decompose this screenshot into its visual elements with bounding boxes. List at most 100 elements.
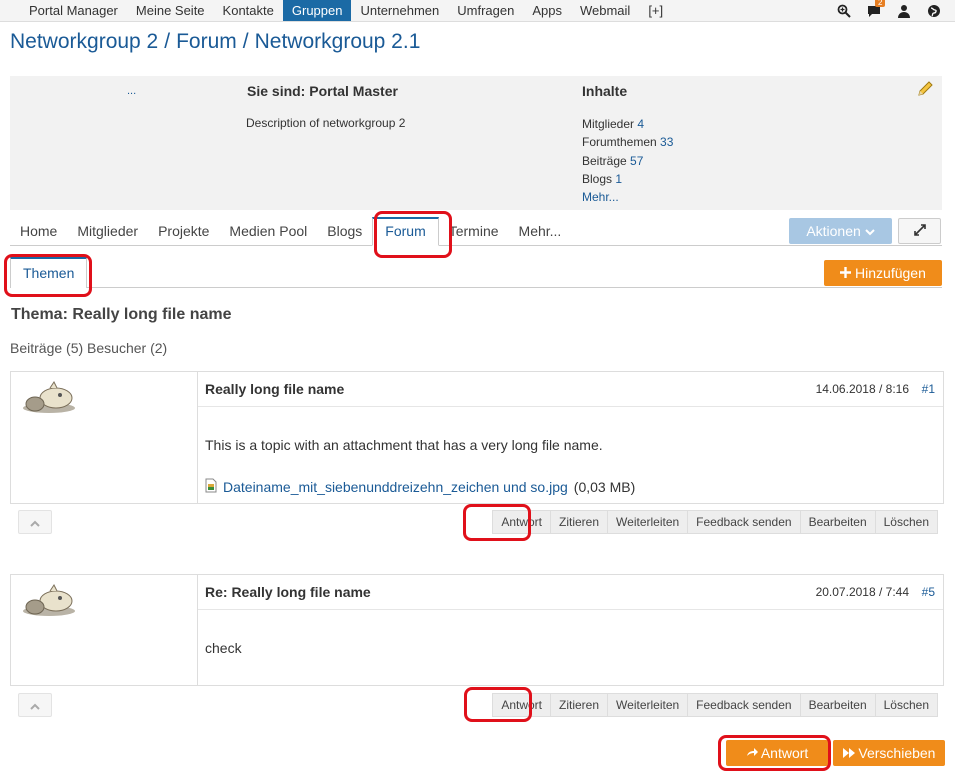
post-number[interactable]: #1 (922, 382, 935, 396)
post-author-column (11, 372, 198, 503)
pencil-icon[interactable] (916, 80, 934, 101)
top-nav-items: Portal Manager Meine Seite Kontakte Grup… (20, 0, 672, 21)
stat-forum-topics: Forumthemen 33 (582, 135, 674, 150)
fast-forward-icon (842, 745, 859, 761)
stat-blogs-value[interactable]: 1 (615, 172, 622, 186)
reply-button[interactable]: Antwort (492, 510, 552, 534)
nav-kontakte[interactable]: Kontakte (214, 0, 283, 21)
messages-badge: 2 (875, 0, 886, 7)
reply-topic-label: Antwort (760, 745, 809, 761)
forum-subtabs: Themen (10, 255, 942, 288)
post-date: 14.06.2018 / 8:16 (815, 382, 909, 396)
post-header: Re: Really long file name 20.07.2018 / 7… (198, 575, 943, 610)
contents-stats: Mitglieder 4 Forumthemen 33 Beiträge 57 … (582, 115, 673, 206)
nav-unternehmen[interactable]: Unternehmen (351, 0, 448, 21)
post-title: Really long file name (205, 381, 345, 397)
tab-medien-pool[interactable]: Medien Pool (219, 223, 317, 245)
quote-button[interactable]: Zitieren (551, 510, 609, 534)
tab-mehr[interactable]: Mehr... (509, 223, 572, 245)
more-link[interactable]: Mehr... (582, 190, 619, 204)
nav-portal-manager[interactable]: Portal Manager (20, 0, 127, 21)
attachment-size: (0,03 MB) (573, 479, 636, 495)
forum-post: Really long file name 14.06.2018 / 8:16 … (10, 371, 944, 504)
post-body: This is a topic with an attachment that … (205, 437, 603, 453)
actions-dropdown-button[interactable]: Aktionen (789, 218, 892, 244)
group-logo-link[interactable]: ... (127, 85, 136, 97)
post-action-bar: Antwort Zitieren Weiterleiten Feedback s… (18, 510, 938, 534)
nav-gruppen[interactable]: Gruppen (282, 0, 352, 21)
forward-button[interactable]: Weiterleiten (608, 510, 689, 534)
delete-button[interactable]: Löschen (875, 693, 938, 717)
breadcrumb-separator: / (164, 30, 171, 53)
avatar[interactable] (20, 583, 78, 622)
breadcrumb-forum[interactable]: Forum (176, 30, 237, 53)
post-author-column (11, 575, 198, 685)
zoom-search-icon[interactable] (837, 4, 851, 18)
send-feedback-button[interactable]: Feedback senden (688, 693, 801, 717)
user-role: Sie sind: Portal Master (247, 83, 398, 99)
add-topic-button[interactable]: Hinzufügen (824, 260, 942, 286)
expand-icon (913, 223, 926, 239)
scroll-up-button[interactable] (18, 510, 52, 534)
actions-label: Aktionen (806, 223, 861, 239)
nav-more[interactable]: [+] (639, 0, 672, 21)
stat-members-value[interactable]: 4 (637, 117, 644, 131)
edit-button[interactable]: Bearbeiten (800, 693, 876, 717)
thread-stats: Beiträge (5) Besucher (2) (10, 340, 168, 356)
nav-meine-seite[interactable]: Meine Seite (127, 0, 214, 21)
globe-icon[interactable] (927, 4, 941, 18)
thread-title: Thema: Really long file name (11, 306, 232, 323)
expand-button[interactable] (898, 218, 941, 244)
nav-webmail[interactable]: Webmail (571, 0, 639, 21)
nav-apps[interactable]: Apps (523, 0, 571, 21)
attachment-link[interactable]: Dateiname_mit_siebenunddreizehn_zeichen … (223, 479, 568, 495)
post-actions: Antwort Zitieren Weiterleiten Feedback s… (492, 510, 938, 534)
scroll-up-button[interactable] (18, 693, 52, 717)
messages-icon[interactable]: 2 (867, 0, 886, 18)
top-nav-icons: 2 (837, 0, 955, 21)
reply-button[interactable]: Antwort (492, 693, 552, 717)
move-topic-label: Verschieben (858, 745, 936, 761)
tab-forum[interactable]: Forum (372, 217, 439, 246)
forum-post: Re: Really long file name 20.07.2018 / 7… (10, 574, 944, 686)
stat-members: Mitglieder 4 (582, 117, 645, 131)
reply-topic-button[interactable]: Antwort (726, 740, 828, 766)
user-icon[interactable] (897, 4, 911, 18)
nav-umfragen[interactable]: Umfragen (448, 0, 523, 21)
forward-button[interactable]: Weiterleiten (608, 693, 689, 717)
tab-projekte[interactable]: Projekte (148, 223, 219, 245)
breadcrumb-separator: / (242, 30, 249, 53)
top-navigation: Portal Manager Meine Seite Kontakte Grup… (0, 0, 955, 22)
edit-button[interactable]: Bearbeiten (800, 510, 876, 534)
avatar[interactable] (20, 380, 78, 419)
post-number[interactable]: #5 (922, 585, 935, 599)
add-topic-label: Hinzufügen (855, 265, 926, 281)
post-title: Re: Really long file name (205, 584, 371, 600)
stat-forum-topics-value[interactable]: 33 (660, 135, 673, 149)
breadcrumb-networkgroup-2-1[interactable]: Networkgroup 2.1 (255, 30, 421, 53)
post-body: check (205, 640, 242, 656)
delete-button[interactable]: Löschen (875, 510, 938, 534)
breadcrumb: Networkgroup 2 /Forum / Networkgroup 2.1 (10, 30, 420, 54)
quote-button[interactable]: Zitieren (551, 693, 609, 717)
group-info-box: ... Sie sind: Portal Master Description … (10, 76, 942, 210)
file-image-icon (205, 478, 217, 496)
subtab-themen[interactable]: Themen (10, 257, 88, 288)
chevron-down-icon (864, 223, 875, 239)
move-topic-button[interactable]: Verschieben (833, 740, 945, 766)
post-header: Really long file name 14.06.2018 / 8:16 … (198, 372, 943, 407)
stat-blogs: Blogs 1 (582, 171, 623, 186)
breadcrumb-networkgroup-2[interactable]: Networkgroup 2 (10, 30, 158, 53)
tab-home[interactable]: Home (10, 223, 67, 245)
post-date: 20.07.2018 / 7:44 (815, 585, 909, 599)
send-feedback-button[interactable]: Feedback senden (688, 510, 801, 534)
chevron-up-icon (30, 698, 40, 713)
post-actions: Antwort Zitieren Weiterleiten Feedback s… (492, 693, 938, 717)
tab-mitglieder[interactable]: Mitglieder (67, 223, 148, 245)
post-attachment: Dateiname_mit_siebenunddreizehn_zeichen … (205, 478, 635, 496)
reply-arrow-icon (746, 745, 761, 761)
stat-posts: Beiträge 57 (582, 153, 644, 168)
stat-posts-value[interactable]: 57 (630, 154, 643, 168)
tab-blogs[interactable]: Blogs (317, 223, 372, 245)
tab-termine[interactable]: Termine (439, 223, 509, 245)
